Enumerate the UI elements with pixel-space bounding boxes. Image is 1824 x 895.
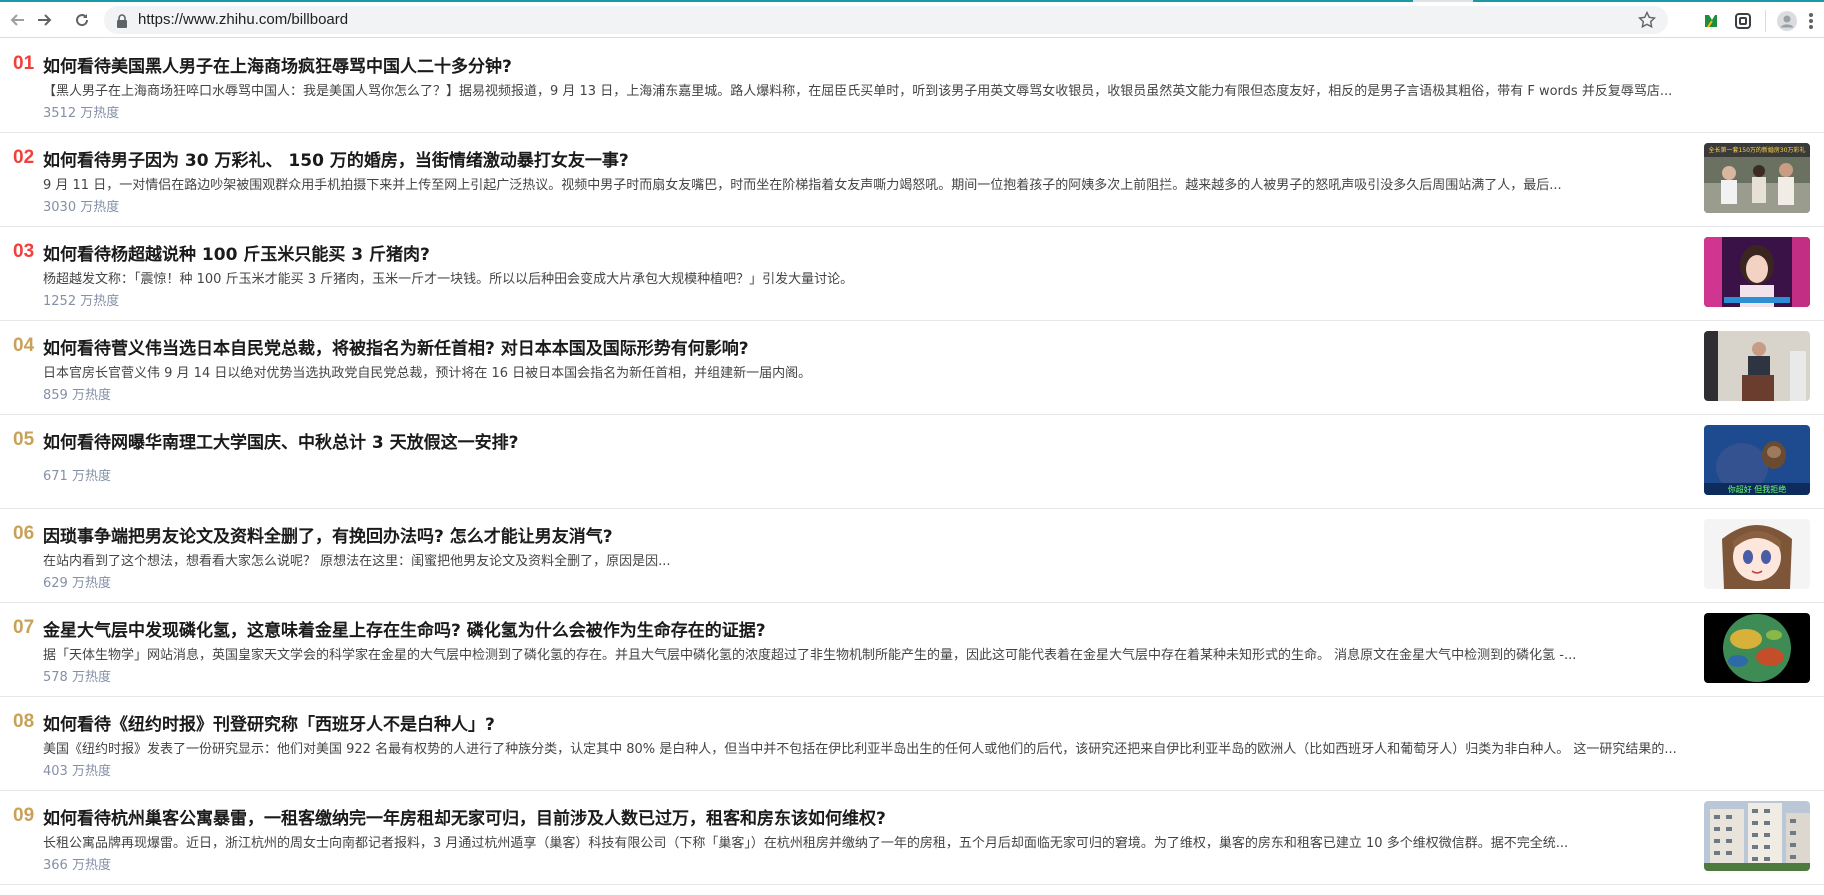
list-item[interactable]: 01 如何看待美国黑人男子在上海商场疯狂辱骂中国人二十多分钟? 【黑人男子在上海… <box>0 39 1824 133</box>
item-thumbnail[interactable] <box>1704 519 1810 589</box>
list-item[interactable]: 02 如何看待男子因为 30 万彩礼、 150 万的婚房，当街情绪激动暴打女友一… <box>0 133 1824 227</box>
reload-icon[interactable] <box>70 8 94 32</box>
heat-count: 3030 万热度 <box>43 200 120 215</box>
heat-count: 629 万热度 <box>43 576 111 591</box>
item-title[interactable]: 如何看待杭州巢客公寓暴雷，一租客缴纳完一年房租却无家可归，目前涉及人数已过万，租… <box>43 804 886 829</box>
heat-count: 578 万热度 <box>43 670 111 685</box>
back-icon[interactable] <box>6 8 30 32</box>
item-title[interactable]: 如何看待菅义伟当选日本自民党总裁，将被指名为新任首相? 对日本本国及国际形势有何… <box>43 334 749 359</box>
item-thumbnail[interactable] <box>1704 801 1810 871</box>
lock-icon <box>116 13 128 32</box>
rank-number: 06 <box>13 523 35 544</box>
forward-icon[interactable] <box>32 8 56 32</box>
list-item[interactable]: 05 如何看待网曝华南理工大学国庆、中秋总计 3 天放假这一安排? 671 万热… <box>0 415 1824 509</box>
item-excerpt: 据「天体生物学」网站消息，英国皇家天文学会的科学家在金星的大气层中检测到了磷化氢… <box>43 648 1577 663</box>
item-thumbnail[interactable] <box>1704 237 1810 307</box>
toolbar-divider <box>1765 10 1766 32</box>
item-excerpt: 在站内看到了这个想法，想看看大家怎么说呢？ 原想法在这里：闺蜜把他男友论文及资料… <box>43 554 671 569</box>
rank-number: 03 <box>13 241 35 262</box>
list-item[interactable]: 04 如何看待菅义伟当选日本自民党总裁，将被指名为新任首相? 对日本本国及国际形… <box>0 321 1824 415</box>
rank-number: 09 <box>13 805 35 826</box>
list-item[interactable]: 09 如何看待杭州巢客公寓暴雷，一租客缴纳完一年房租却无家可归，目前涉及人数已过… <box>0 791 1824 885</box>
rank-number: 07 <box>13 617 35 638</box>
item-excerpt: 美国《纽约时报》发表了一份研究显示：他们对美国 922 名最有权势的人进行了种族… <box>43 742 1677 757</box>
item-thumbnail[interactable]: 全长第一套150万的新婚房30万彩礼 <box>1704 143 1810 213</box>
rank-number: 05 <box>13 429 35 450</box>
heat-count: 671 万热度 <box>43 469 111 484</box>
list-item[interactable]: 08 如何看待《纽约时报》刊登研究称「西班牙人不是白种人」? 美国《纽约时报》发… <box>0 697 1824 791</box>
star-icon[interactable] <box>1637 10 1657 33</box>
item-title[interactable]: 如何看待杨超越说种 100 斤玉米只能买 3 斤猪肉? <box>43 240 430 265</box>
list-item[interactable]: 03 如何看待杨超越说种 100 斤玉米只能买 3 斤猪肉? 杨超越发文称：「震… <box>0 227 1824 321</box>
heat-count: 1252 万热度 <box>43 294 120 309</box>
heat-count: 366 万热度 <box>43 858 111 873</box>
copy-extension-icon[interactable] <box>1733 11 1753 31</box>
item-thumbnail[interactable]: 你超好 但我拒绝 <box>1704 425 1810 495</box>
rank-number: 02 <box>13 147 35 168</box>
item-thumbnail[interactable] <box>1704 613 1810 683</box>
item-title[interactable]: 如何看待网曝华南理工大学国庆、中秋总计 3 天放假这一安排? <box>43 428 519 453</box>
leaf-extension-icon[interactable] <box>1701 11 1721 31</box>
rank-number: 01 <box>13 53 35 74</box>
item-excerpt: 9 月 11 日，一对情侣在路边吵架被围观群众用手机拍摄下来并上传至网上引起广泛… <box>43 178 1562 193</box>
item-thumbnail[interactable] <box>1704 331 1810 401</box>
billboard-list: 01 如何看待美国黑人男子在上海商场疯狂辱骂中国人二十多分钟? 【黑人男子在上海… <box>0 39 1824 885</box>
item-title[interactable]: 金星大气层中发现磷化氢，这意味着金星上存在生命吗? 磷化氢为什么会被作为生命存在… <box>43 616 766 641</box>
item-excerpt: 长租公寓品牌再现爆雷。近日，浙江杭州的周女士向南都记者报料，3 月通过杭州遁享（… <box>43 836 1569 851</box>
rank-number: 08 <box>13 711 35 732</box>
item-title[interactable]: 因琐事争端把男友论文及资料全删了，有挽回办法吗? 怎么才能让男友消气? <box>43 522 613 547</box>
thumb-caption: 全长第一套150万的新婚房30万彩礼 <box>1708 146 1805 154</box>
more-menu-icon[interactable] <box>1801 11 1821 31</box>
item-title[interactable]: 如何看待男子因为 30 万彩礼、 150 万的婚房，当街情绪激动暴打女友一事? <box>43 146 629 171</box>
address-bar[interactable]: https://www.zhihu.com/billboard <box>104 6 1668 34</box>
thumb-caption: 你超好 但我拒绝 <box>1728 484 1787 494</box>
item-title[interactable]: 如何看待《纽约时报》刊登研究称「西班牙人不是白种人」? <box>43 710 495 735</box>
url-text[interactable]: https://www.zhihu.com/billboard <box>138 11 348 28</box>
heat-count: 403 万热度 <box>43 764 111 779</box>
list-item[interactable]: 06 因琐事争端把男友论文及资料全删了，有挽回办法吗? 怎么才能让男友消气? 在… <box>0 509 1824 603</box>
heat-count: 3512 万热度 <box>43 106 120 121</box>
browser-toolbar: https://www.zhihu.com/billboard <box>0 2 1824 38</box>
avatar-icon[interactable] <box>1777 11 1797 31</box>
item-excerpt: 杨超越发文称：「震惊！种 100 斤玉米才能买 3 斤猪肉，玉米一斤才一块钱。所… <box>43 272 854 287</box>
heat-count: 859 万热度 <box>43 388 111 403</box>
list-item[interactable]: 07 金星大气层中发现磷化氢，这意味着金星上存在生命吗? 磷化氢为什么会被作为生… <box>0 603 1824 697</box>
item-excerpt: 日本官房长官菅义伟 9 月 14 日以绝对优势当选执政党自民党总裁，预计将在 1… <box>43 366 812 381</box>
rank-number: 04 <box>13 335 35 356</box>
item-excerpt: 【黑人男子在上海商场狂啐口水辱骂中国人：我是美国人骂你怎么了？】据易视频报道，9… <box>43 84 1673 99</box>
item-title[interactable]: 如何看待美国黑人男子在上海商场疯狂辱骂中国人二十多分钟? <box>43 52 512 77</box>
